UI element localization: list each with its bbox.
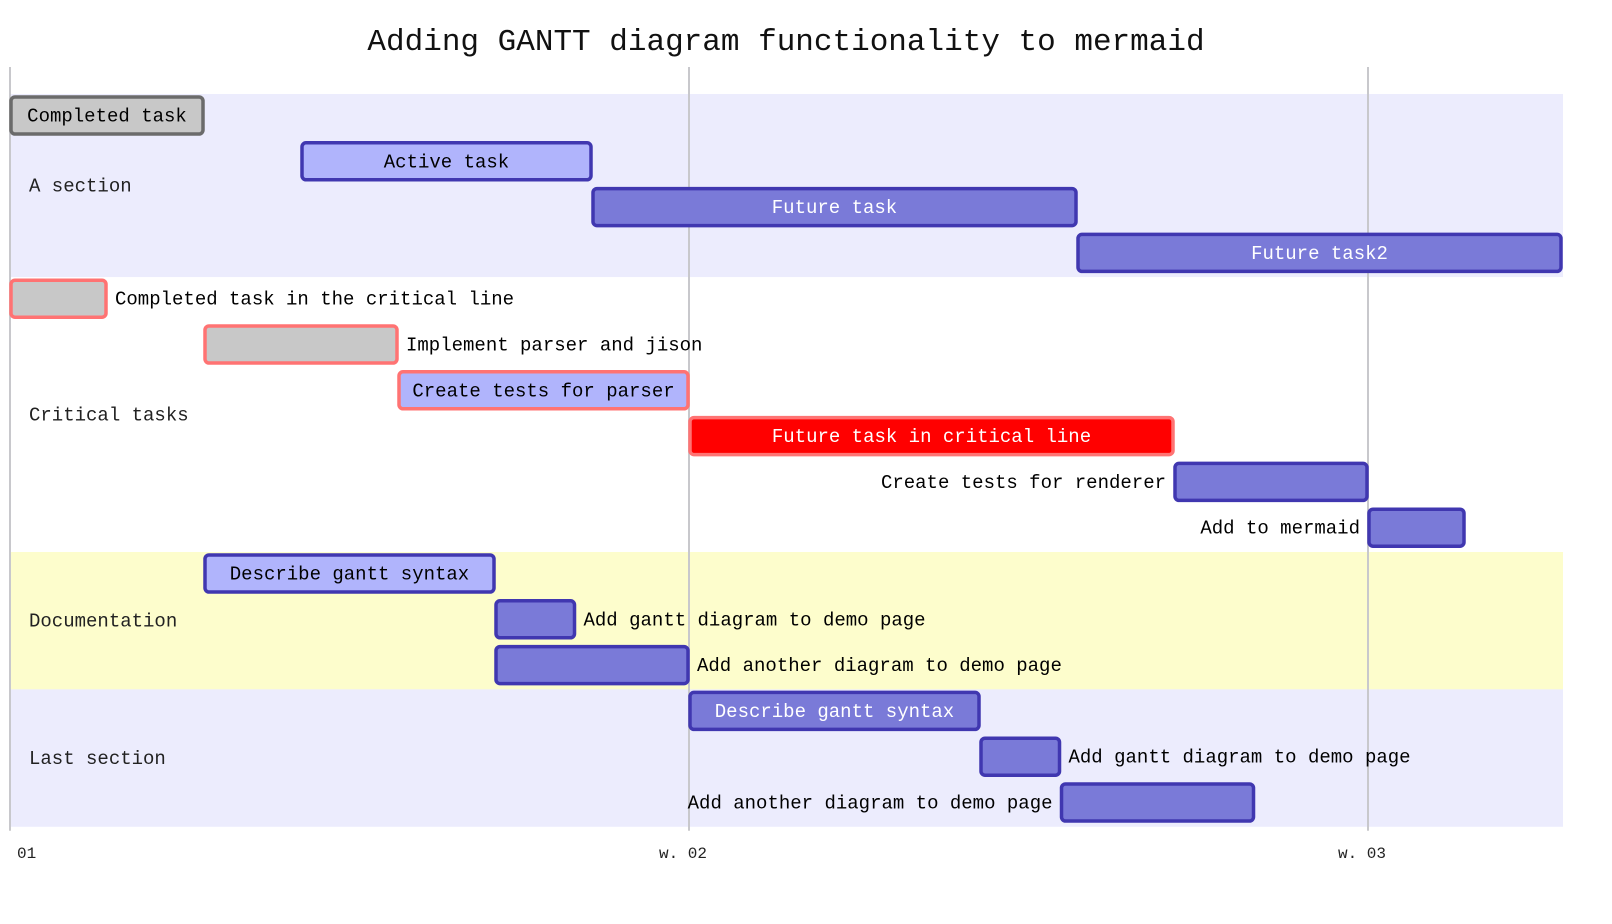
tick-label: w. 02	[659, 845, 707, 863]
section-label: Documentation	[29, 611, 177, 633]
task-label: Implement parser and jison	[406, 335, 702, 357]
section-label: Critical tasks	[29, 405, 189, 427]
task-bar[interactable]	[1367, 507, 1466, 548]
task-label: Add gantt diagram to demo page	[1069, 747, 1411, 769]
task-label: Add gantt diagram to demo page	[584, 609, 926, 631]
gantt-chart: Completed task Active task Future task Futu…	[9, 25, 1563, 863]
task-label: Future task2	[1251, 243, 1388, 265]
task-label: Describe gantt syntax	[230, 564, 469, 586]
task-label: Future task in critical line	[772, 426, 1091, 448]
tick-label: w. 03	[1338, 845, 1386, 863]
task-bar[interactable]	[203, 324, 399, 365]
section-label: Last section	[29, 748, 166, 770]
task-label: Create tests for renderer	[881, 472, 1166, 494]
task-label: Add another diagram to demo page	[688, 793, 1053, 815]
section-label: A section	[29, 176, 132, 198]
chart-title: Adding GANTT diagram functionality to me…	[367, 25, 1204, 60]
task-label: Completed task in the critical line	[115, 289, 514, 311]
task-bar[interactable]	[1059, 782, 1256, 823]
x-axis: 01 w. 02 w. 03	[17, 845, 1386, 863]
section-band	[10, 277, 1563, 552]
task-label: Active task	[384, 151, 509, 173]
task-label: Create tests for parser	[412, 380, 674, 402]
task-bar[interactable]	[9, 278, 108, 319]
task-bar[interactable]	[1173, 461, 1369, 503]
task-label: Add to mermaid	[1200, 518, 1360, 540]
tick-label: 01	[17, 845, 36, 863]
task-label: Future task	[772, 197, 897, 219]
task-bar[interactable]	[494, 644, 690, 686]
task-bar[interactable]	[979, 736, 1062, 777]
task-label: Add another diagram to demo page	[697, 655, 1062, 677]
task-bar[interactable]	[494, 599, 577, 640]
task-label: Completed task	[27, 106, 187, 128]
task-label: Describe gantt syntax	[715, 701, 954, 723]
